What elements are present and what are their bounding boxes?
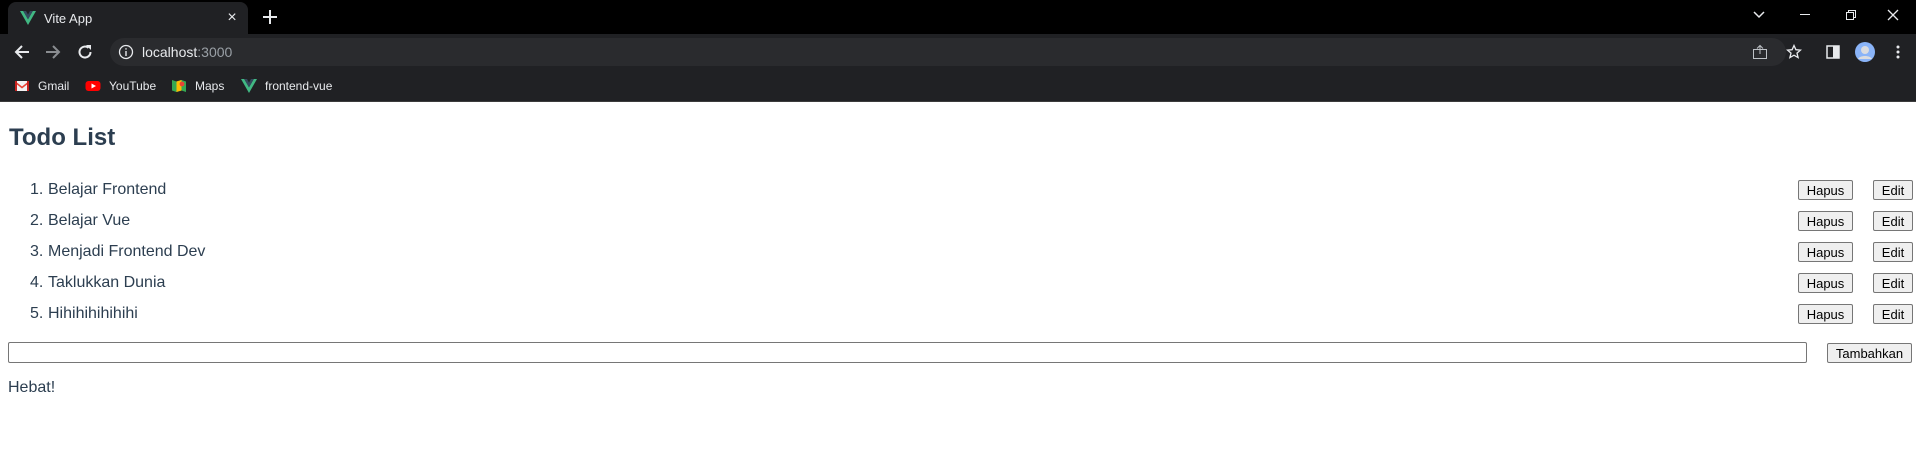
bookmark-youtube[interactable]: YouTube bbox=[85, 77, 156, 95]
todo-text: Belajar Frontend bbox=[48, 181, 167, 198]
delete-button[interactable]: Hapus bbox=[1798, 242, 1853, 262]
forward-arrow-icon[interactable] bbox=[42, 41, 64, 63]
todo-text: Taklukkan Dunia bbox=[48, 274, 166, 291]
status-message: Hebat! bbox=[8, 379, 56, 396]
todo-number: 4. bbox=[30, 274, 44, 291]
address-bar[interactable]: localhost:3000 bbox=[110, 38, 1786, 66]
bookmark-label: Gmail bbox=[38, 79, 70, 93]
todo-number: 3. bbox=[30, 243, 44, 260]
todo-item: 5. Hihihihihihihi Hapus Edit bbox=[0, 301, 1916, 332]
restore-icon[interactable] bbox=[1828, 0, 1874, 30]
close-tab-icon[interactable]: × bbox=[224, 10, 240, 26]
delete-button[interactable]: Hapus bbox=[1798, 273, 1853, 293]
site-info-icon[interactable] bbox=[118, 44, 134, 60]
edit-button[interactable]: Edit bbox=[1873, 211, 1913, 231]
todo-item: 1. Belajar Frontend Hapus Edit bbox=[0, 177, 1916, 208]
todo-list: 1. Belajar Frontend Hapus Edit 2. Belaja… bbox=[0, 177, 1916, 332]
todo-number: 1. bbox=[30, 181, 44, 198]
youtube-icon bbox=[85, 78, 101, 94]
reload-icon[interactable] bbox=[74, 41, 96, 63]
todo-item: 3. Menjadi Frontend Dev Hapus Edit bbox=[0, 239, 1916, 270]
profile-avatar-icon[interactable] bbox=[1855, 42, 1875, 62]
url-host: localhost bbox=[142, 44, 198, 60]
todo-item: 2. Belajar Vue Hapus Edit bbox=[0, 208, 1916, 239]
bookmark-label: YouTube bbox=[109, 79, 157, 93]
page-content: Todo List 1. Belajar Frontend Hapus Edit… bbox=[0, 103, 1916, 468]
menu-kebab-icon[interactable] bbox=[1888, 42, 1908, 62]
delete-button[interactable]: Hapus bbox=[1798, 180, 1853, 200]
add-todo-button[interactable]: Tambahkan bbox=[1827, 343, 1912, 363]
bookmark-star-icon[interactable] bbox=[1784, 42, 1804, 62]
todo-item: 4. Taklukkan Dunia Hapus Edit bbox=[0, 270, 1916, 301]
edit-button[interactable]: Edit bbox=[1873, 242, 1913, 262]
bookmark-label: frontend-vue bbox=[265, 79, 333, 93]
share-icon[interactable] bbox=[1752, 44, 1768, 60]
bookmark-frontend-vue[interactable]: frontend-vue bbox=[241, 77, 332, 95]
todo-text: Menjadi Frontend Dev bbox=[48, 243, 206, 260]
todo-text: Belajar Vue bbox=[48, 212, 131, 229]
new-tab-button[interactable] bbox=[258, 6, 282, 30]
url-text: localhost:3000 bbox=[142, 44, 232, 60]
close-window-icon[interactable] bbox=[1870, 0, 1916, 30]
bookmark-maps[interactable]: Maps bbox=[171, 77, 224, 95]
maps-icon bbox=[171, 78, 187, 94]
todo-number: 5. bbox=[30, 305, 44, 322]
browser-titlebar: Vite App × bbox=[0, 0, 1916, 34]
gmail-icon bbox=[14, 78, 30, 94]
tab-title: Vite App bbox=[44, 11, 93, 26]
vue-logo-icon bbox=[20, 10, 36, 26]
edit-button[interactable]: Edit bbox=[1873, 180, 1913, 200]
tab-search-icon[interactable] bbox=[1736, 0, 1782, 30]
browser-tab[interactable]: Vite App × bbox=[8, 2, 248, 34]
delete-button[interactable]: Hapus bbox=[1798, 304, 1853, 324]
bookmarks-bar: Gmail YouTube Maps frontend-vue bbox=[0, 70, 1916, 102]
browser-toolbar: localhost:3000 bbox=[0, 34, 1916, 70]
todo-number: 2. bbox=[30, 212, 44, 229]
url-port: :3000 bbox=[197, 44, 233, 60]
todo-text: Hihihihihihihi bbox=[48, 305, 138, 322]
vue-logo-icon bbox=[241, 78, 257, 94]
delete-button[interactable]: Hapus bbox=[1798, 211, 1853, 231]
edit-button[interactable]: Edit bbox=[1873, 304, 1913, 324]
minimize-icon[interactable] bbox=[1782, 0, 1828, 30]
side-panel-icon[interactable] bbox=[1823, 42, 1843, 62]
page-title: Todo List bbox=[9, 124, 116, 151]
back-arrow-icon[interactable] bbox=[11, 41, 33, 63]
edit-button[interactable]: Edit bbox=[1873, 273, 1913, 293]
new-todo-input[interactable] bbox=[8, 342, 1807, 363]
bookmark-label: Maps bbox=[195, 79, 225, 93]
bookmark-gmail[interactable]: Gmail bbox=[14, 77, 69, 95]
